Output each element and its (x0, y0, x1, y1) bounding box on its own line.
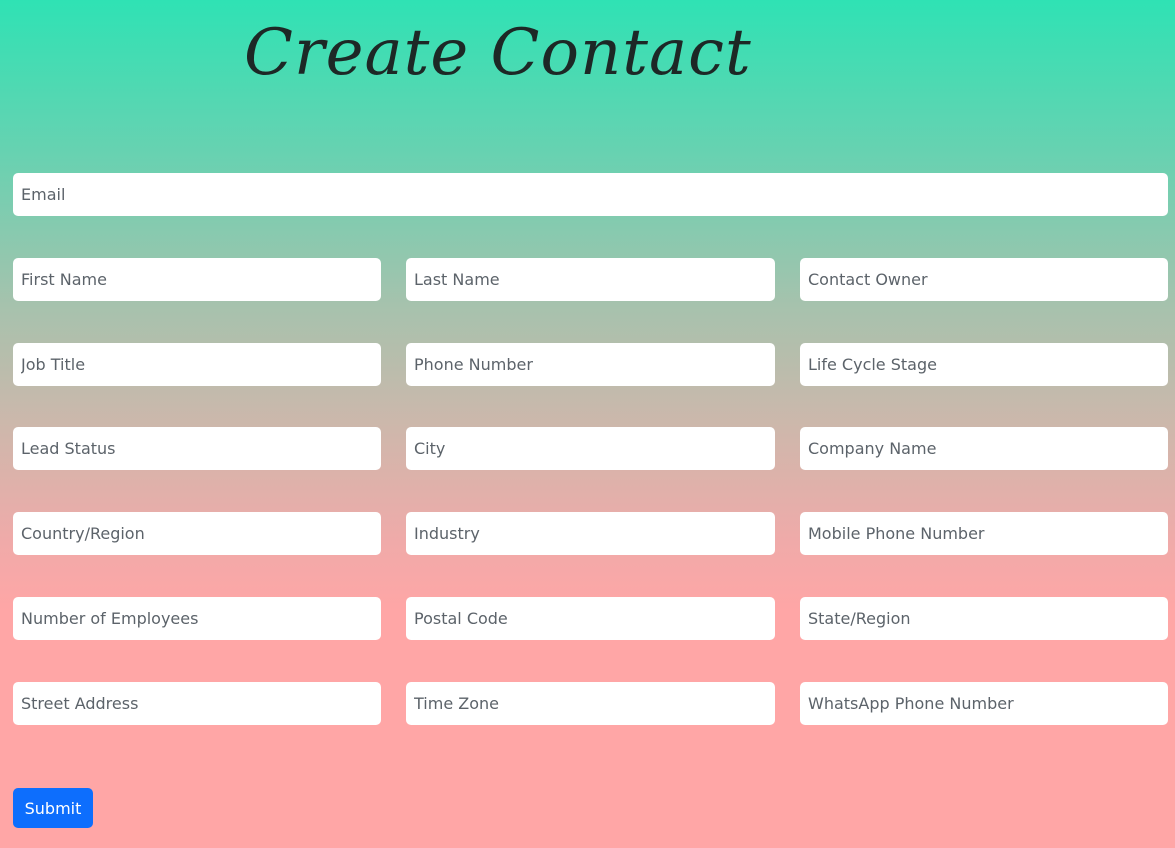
contact-owner-field[interactable] (800, 258, 1168, 301)
time-zone-field[interactable] (406, 682, 775, 725)
email-field[interactable] (13, 173, 1168, 216)
mobile-phone-number-field[interactable] (800, 512, 1168, 555)
lead-status-field[interactable] (13, 427, 381, 470)
industry-field[interactable] (406, 512, 775, 555)
country-region-field[interactable] (13, 512, 381, 555)
city-field[interactable] (406, 427, 775, 470)
phone-number-field[interactable] (406, 343, 775, 386)
whatsapp-phone-number-field[interactable] (800, 682, 1168, 725)
life-cycle-stage-field[interactable] (800, 343, 1168, 386)
job-title-field[interactable] (13, 343, 381, 386)
first-name-field[interactable] (13, 258, 381, 301)
submit-button[interactable]: Submit (13, 788, 93, 828)
last-name-field[interactable] (406, 258, 775, 301)
postal-code-field[interactable] (406, 597, 775, 640)
state-region-field[interactable] (800, 597, 1168, 640)
number-of-employees-field[interactable] (13, 597, 381, 640)
page-title: Create Contact (244, 16, 752, 90)
company-name-field[interactable] (800, 427, 1168, 470)
street-address-field[interactable] (13, 682, 381, 725)
